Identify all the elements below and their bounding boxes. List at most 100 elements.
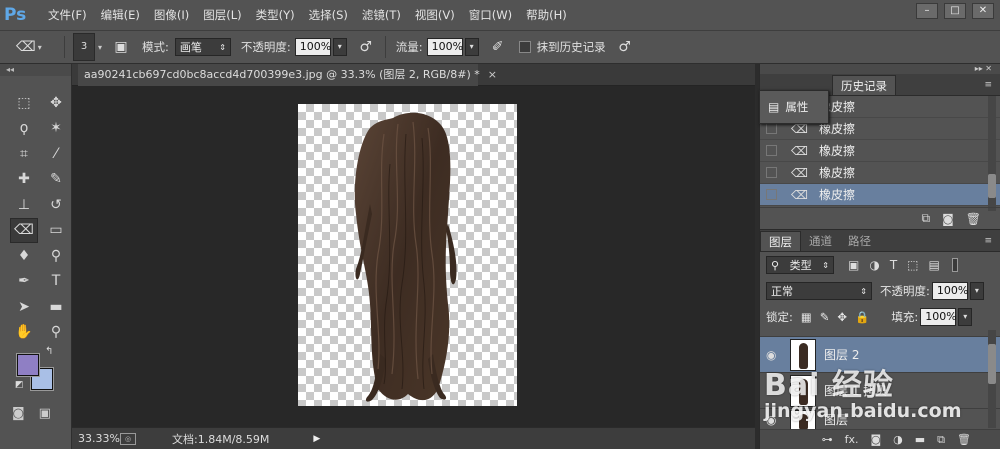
trash-icon[interactable]: 🗑	[966, 212, 981, 226]
panel-menu-icon[interactable]: ≡	[984, 75, 992, 95]
layer-row[interactable]: ◉ 图层	[760, 408, 1000, 430]
layer-name[interactable]: 图层	[824, 411, 848, 428]
move-tool-icon[interactable]: ✥	[42, 90, 70, 116]
menu-select[interactable]: 选择(S)	[309, 7, 348, 23]
history-row-selected[interactable]: ⌫ 橡皮擦	[760, 184, 1000, 206]
adjustment-filter-icon[interactable]: ◑	[869, 258, 879, 272]
maximize-button[interactable]: □	[944, 3, 966, 19]
history-source-checkbox[interactable]	[766, 145, 777, 156]
history-source-checkbox[interactable]	[766, 167, 777, 178]
lock-all-icon[interactable]: 🔒	[855, 310, 869, 324]
menu-type[interactable]: 类型(Y)	[256, 7, 295, 23]
tab-paths[interactable]: 路径	[840, 231, 879, 251]
layer-opacity-dropdown[interactable]: ▾	[969, 282, 984, 300]
blend-mode-select[interactable]: 正常 ⇕	[766, 282, 872, 300]
document-canvas[interactable]	[298, 104, 517, 406]
zoom-level[interactable]: 33.33%	[72, 432, 120, 445]
clone-stamp-tool-icon[interactable]: ⊥	[10, 192, 38, 218]
shape-filter-icon[interactable]: ⬚	[907, 258, 918, 272]
panel-collapse-handle[interactable]: ▸▸ ✕	[760, 64, 1000, 74]
fill-dropdown[interactable]: ▾	[958, 308, 973, 326]
lasso-tool-icon[interactable]: ϙ	[10, 116, 38, 142]
history-row[interactable]: ⌫ 橡皮擦	[760, 140, 1000, 162]
tool-preset-picker[interactable]: ⌫ ▾	[16, 36, 56, 58]
menu-filter[interactable]: 滤镜(T)	[362, 7, 401, 23]
visibility-eye-icon[interactable]: ◉	[766, 348, 786, 362]
lock-pixels-icon[interactable]: ✎	[820, 310, 830, 324]
layers-scrollbar[interactable]	[988, 330, 996, 428]
crop-tool-icon[interactable]: ⌗	[10, 141, 38, 167]
link-icon[interactable]: ⊶	[822, 433, 833, 446]
eraser-tool-icon[interactable]: ⌫	[10, 217, 38, 243]
pressure-opacity-icon[interactable]: ♂	[355, 37, 377, 57]
magic-wand-tool-icon[interactable]: ✶	[42, 116, 70, 142]
brush-tool-icon[interactable]: ✎	[42, 167, 70, 193]
type-filter-icon[interactable]: T	[890, 258, 897, 272]
layer-name[interactable]: 图层 1 拷贝	[824, 382, 887, 399]
history-brush-tool-icon[interactable]: ↺	[42, 192, 70, 218]
flow-input[interactable]: 100%	[426, 38, 463, 56]
fill-input[interactable]: 100%	[920, 308, 957, 326]
properties-popup[interactable]: ▤ 属性	[759, 90, 829, 124]
close-tab-icon[interactable]: ×	[488, 68, 497, 81]
group-icon[interactable]: ▬	[915, 433, 925, 446]
rectangle-tool-icon[interactable]: ▬	[42, 294, 70, 320]
layer-row-selected[interactable]: ◉ 图层 2	[760, 336, 1000, 372]
opacity-input[interactable]: 100%	[294, 38, 331, 56]
pen-tool-icon[interactable]: ✒	[10, 269, 38, 295]
visibility-eye-icon[interactable]: ◉	[766, 413, 786, 427]
airbrush-icon[interactable]: ✐	[487, 37, 509, 57]
dodge-tool-icon[interactable]: ⚲	[42, 243, 70, 269]
chevron-down-icon[interactable]: ▾	[98, 43, 102, 52]
lock-transparency-icon[interactable]: ▦	[801, 310, 812, 324]
snapshot-camera-icon[interactable]: ◙	[942, 212, 954, 226]
quick-mask-icon[interactable]: ◙	[12, 406, 25, 421]
new-document-from-state-icon[interactable]: ⧉	[922, 211, 931, 226]
adjustment-icon[interactable]: ◑	[893, 433, 903, 446]
flow-dropdown-button[interactable]: ▾	[464, 38, 479, 56]
zoom-tool-icon[interactable]: ⚲	[42, 320, 70, 346]
hand-tool-icon[interactable]: ✋	[10, 320, 38, 346]
smart-object-filter-icon[interactable]: ▤	[929, 258, 940, 272]
gradient-tool-icon[interactable]: ▭	[42, 218, 70, 244]
healing-brush-tool-icon[interactable]: ✚	[10, 167, 38, 193]
brush-panel-toggle-icon[interactable]: ▣	[110, 37, 132, 57]
marquee-tool-icon[interactable]: ⬚	[10, 90, 38, 116]
panel-menu-icon[interactable]: ≡	[984, 231, 992, 251]
minimize-button[interactable]: –	[916, 3, 938, 19]
scrollbar-thumb[interactable]	[988, 174, 996, 198]
status-menu-arrow-icon[interactable]: ▶	[313, 434, 320, 444]
history-scrollbar[interactable]	[988, 96, 996, 211]
new-layer-icon[interactable]: ⧉	[937, 433, 945, 447]
menu-window[interactable]: 窗口(W)	[469, 7, 512, 23]
tab-layers[interactable]: 图层	[760, 231, 801, 251]
path-selection-tool-icon[interactable]: ➤	[10, 294, 38, 320]
tab-history[interactable]: 历史记录	[832, 75, 896, 95]
tab-channels[interactable]: 通道	[801, 231, 840, 251]
filter-type-select[interactable]: ⚲ 类型 ⇕	[766, 256, 834, 274]
document-tab[interactable]: aa90241cb697cd0bc8accd4d700399e3.jpg @ 3…	[78, 64, 497, 86]
default-colors-icon[interactable]: ◩	[15, 380, 24, 390]
pressure-size-icon[interactable]: ♂	[614, 37, 636, 57]
lock-position-icon[interactable]: ✥	[837, 310, 847, 324]
eyedropper-tool-icon[interactable]: ⁄	[42, 141, 70, 167]
layer-row[interactable]: 图层 1 拷贝	[760, 372, 1000, 408]
filter-toggle-icon[interactable]	[951, 258, 958, 272]
proof-icon[interactable]: ◎	[120, 432, 136, 445]
menu-file[interactable]: 文件(F)	[48, 7, 87, 23]
erase-to-history-checkbox[interactable]	[518, 41, 531, 53]
scrollbar-thumb[interactable]	[988, 344, 996, 384]
foreground-color-swatch[interactable]	[16, 353, 40, 377]
toolbar-collapse-handle[interactable]: ◂◂	[0, 64, 71, 76]
history-source-checkbox[interactable]	[766, 123, 777, 134]
close-button[interactable]: ✕	[972, 3, 994, 19]
opacity-dropdown-button[interactable]: ▾	[332, 38, 347, 56]
type-tool-icon[interactable]: T	[42, 269, 70, 295]
swap-colors-icon[interactable]: ↰	[45, 346, 53, 357]
menu-help[interactable]: 帮助(H)	[526, 7, 567, 23]
menu-view[interactable]: 视图(V)	[415, 7, 455, 23]
mask-icon[interactable]: ◙	[870, 433, 881, 446]
history-source-checkbox[interactable]	[766, 189, 777, 200]
menu-edit[interactable]: 编辑(E)	[101, 7, 140, 23]
trash-icon[interactable]: 🗑	[957, 433, 971, 446]
